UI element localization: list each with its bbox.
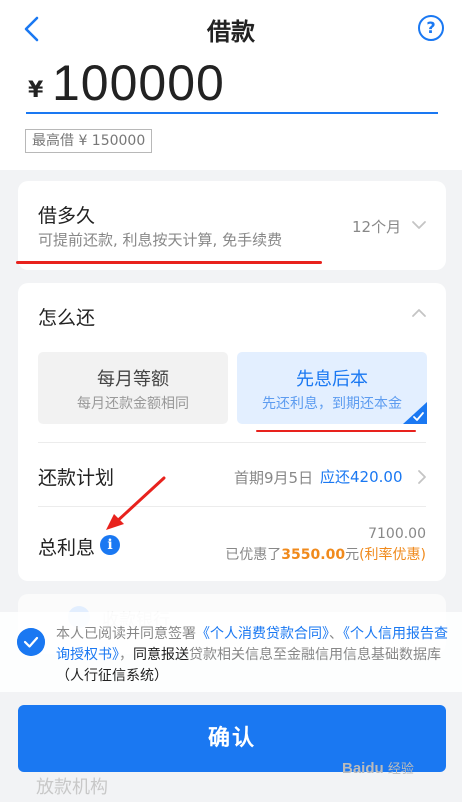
- agreement-section: 本人已阅读并同意签署《个人消费贷款合同》、《个人信用报告查询授权书》，同意报送贷…: [0, 612, 462, 692]
- option-title: 先息后本: [296, 369, 368, 390]
- agreement-sep: 、: [329, 626, 343, 642]
- repayment-card: 怎么还 每月等额 每月还款金额相同 先息后本 先还利息，到期还本金 还款计划 首…: [18, 283, 446, 581]
- discount-unit: 元: [345, 547, 360, 563]
- loan-contract-link[interactable]: 《个人消费贷款合同》: [196, 626, 329, 642]
- interest-discount: 已优惠了3550.00元(利率优惠): [188, 544, 426, 564]
- duration-title: 借多久: [38, 205, 96, 227]
- chevron-down-icon[interactable]: [411, 219, 427, 231]
- header-panel: 借款 ? ¥ 100000 最高借 ¥ 150000: [0, 0, 462, 170]
- agree-checkbox-icon[interactable]: [17, 628, 45, 656]
- repayment-title: 怎么还: [38, 307, 96, 329]
- amount-value: 100000: [52, 55, 225, 111]
- first-payment-amount: 应还420.00: [320, 468, 403, 486]
- help-icon[interactable]: ?: [418, 15, 444, 41]
- max-amount-badge: 最高借 ¥ 150000: [25, 129, 153, 153]
- option-subtitle: 先还利息，到期还本金: [262, 396, 402, 412]
- selected-check-icon: [403, 402, 427, 424]
- annotation-underline: [256, 430, 416, 432]
- amount-input[interactable]: ¥ 100000: [26, 55, 438, 114]
- currency-symbol: ¥: [28, 78, 44, 103]
- divider: [38, 442, 426, 443]
- baidu-watermark: Baidu 经验: [342, 760, 414, 777]
- duration-card[interactable]: 借多久 可提前还款, 利息按天计算, 免手续费 12个月: [18, 181, 446, 270]
- chevron-right-icon[interactable]: [417, 469, 427, 485]
- lender-label: 放款机构: [36, 777, 108, 798]
- divider: [38, 506, 426, 507]
- rate-discount-tag: (利率优惠): [359, 547, 426, 563]
- page-title: 借款: [207, 18, 255, 46]
- agreement-emphasis: （人行征信系统）: [56, 668, 168, 684]
- option-title: 每月等额: [97, 369, 169, 390]
- agreement-part: 本人已阅读并同意签署: [56, 626, 196, 642]
- annotation-arrow: [106, 476, 166, 530]
- option-subtitle: 每月还款金额相同: [77, 396, 189, 412]
- discount-prefix: 已优惠了: [225, 547, 282, 563]
- option-interest-first[interactable]: 先息后本 先还利息，到期还本金: [237, 352, 427, 424]
- info-icon[interactable]: i: [100, 535, 120, 555]
- annotation-underline: [16, 261, 322, 264]
- duration-value[interactable]: 12个月: [352, 216, 401, 237]
- agreement-emphasis: 同意报送: [133, 647, 189, 663]
- total-interest-label: 总利息: [38, 537, 96, 559]
- agreement-part: ，: [119, 647, 133, 663]
- chevron-up-icon[interactable]: [411, 307, 427, 319]
- discount-amount: 3550.00: [281, 547, 346, 563]
- total-interest-value: 7100.00: [368, 526, 426, 542]
- option-equal-installment[interactable]: 每月等额 每月还款金额相同: [38, 352, 228, 424]
- agreement-text: 本人已阅读并同意签署《个人消费贷款合同》、《个人信用报告查询授权书》，同意报送贷…: [56, 624, 450, 687]
- first-payment-date: 首期9月5日: [234, 469, 314, 487]
- agreement-part: 贷款相关信息至金融信用信息基础数据库: [189, 647, 441, 663]
- duration-subtitle: 可提前还款, 利息按天计算, 免手续费: [38, 231, 283, 249]
